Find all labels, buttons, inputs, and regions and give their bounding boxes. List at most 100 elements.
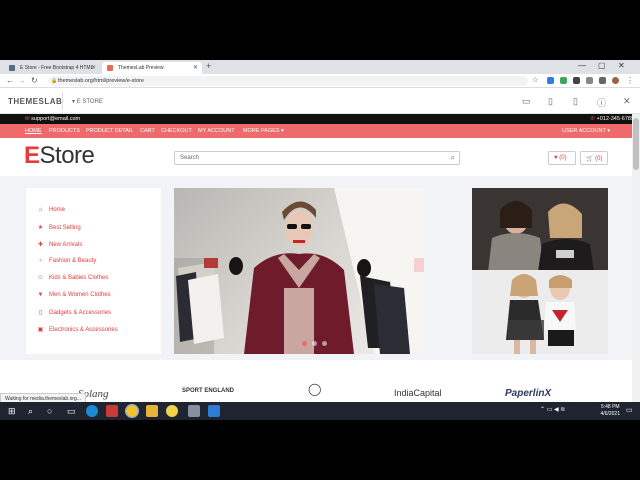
extensions-puzzle-icon[interactable] [599,77,606,84]
slider-dot[interactable] [312,341,317,346]
vscode-icon[interactable] [208,405,220,417]
extension-icon[interactable] [560,77,567,84]
main-navigation: HOME PRODUCTS PRODUCT DETAIL CART CHECKO… [0,124,640,138]
mobile-view-icon[interactable]: ▯ [573,96,578,107]
nav-home[interactable]: HOME [25,128,42,134]
extension-icon[interactable] [586,77,593,84]
windows-start-icon[interactable]: ⊞ [8,406,16,417]
category-label: Best Selling [49,225,81,231]
brand-logo-circle[interactable]: ◯ [308,382,321,396]
windows-taskbar: ⊞ ⌕ ○ ▭ ⌃ ▭ ◀ ≋ 5:48 PM 4/6/2021 ▭ [0,402,640,420]
search-icon[interactable]: ⌕ [451,153,455,163]
clock-time: 5:48 PM [600,404,620,410]
tab-close-icon[interactable]: ✕ [91,64,96,71]
app-icon[interactable] [106,405,118,417]
category-item-men-women[interactable]: ▼ Men & Women Clothes [37,292,111,298]
clock[interactable]: 5:48 PM 4/6/2021 [601,404,620,418]
task-view-icon[interactable]: ○ [47,406,52,416]
back-arrow-icon[interactable]: ← [6,76,14,85]
scrollbar-thumb[interactable] [633,118,639,170]
bookmark-star-icon[interactable]: ☆ [532,76,538,84]
nav-products[interactable]: PRODUCTS [49,128,80,134]
themeslab-preview-bar: THEMESLAB ▾ E STORE ▭ ▯ ▯ ⓘ ✕ [0,88,640,114]
nav-more-pages[interactable]: MORE PAGES ▾ [243,128,284,134]
category-item-gadgets[interactable]: ▯ Gadgets & Accessories [37,309,111,316]
app-icon[interactable] [188,405,200,417]
search-icon[interactable]: ⌕ [28,406,33,417]
home-icon: ⌂ [38,207,43,213]
minimize-button[interactable]: — [578,61,586,70]
window-close-button[interactable]: ✕ [618,61,625,70]
tab-close-icon[interactable]: ✕ [193,64,198,71]
task-view-icon[interactable]: ▭ [67,406,76,417]
search-input[interactable]: Search ⌕ [174,151,460,165]
category-item-kids-babies[interactable]: ☺ Kids & Babies Clothes [37,275,108,281]
tablet-view-icon[interactable]: ▯ [548,96,553,107]
url-field[interactable]: 🔒 themeslab.org/html/preview/e-store [48,76,528,86]
nav-product-detail[interactable]: PRODUCT DETAIL [86,128,133,134]
hero-slider-image[interactable] [174,188,424,354]
category-label: New Arrivals [49,242,83,248]
category-item-fashion-beauty[interactable]: ♀ Fashion & Beauty [37,258,96,264]
close-preview-button[interactable]: ✕ [623,96,631,107]
promo-image-fashion-women[interactable] [472,188,608,272]
product-selector[interactable]: ▾ E STORE [72,98,103,105]
favicon [107,65,113,71]
profile-avatar[interactable] [612,77,619,84]
category-item-electronics[interactable]: ▣ Electronics & Accessories [37,326,118,333]
category-label: Gadgets & Accessories [49,310,112,316]
edge-icon[interactable] [86,405,98,417]
extension-icon[interactable] [573,77,580,84]
microchip-icon: ▣ [37,327,44,333]
category-item-new-arrivals[interactable]: ✚ New Arrivals [37,241,82,248]
support-phone[interactable]: ✆ +012-345-6789 [590,116,634,122]
app-icon[interactable] [166,405,178,417]
tab-label: E Store - Free Bootstrap 4 HTML [20,65,94,71]
notification-icon[interactable]: ▭ [626,406,633,414]
chrome-icon[interactable] [125,404,139,418]
brand-logo-indiacapital[interactable]: IndiaCapital [394,388,442,398]
favicon [9,65,15,71]
browser-tab-estore[interactable]: E Store - Free Bootstrap 4 HTML ✕ [4,62,100,74]
page-scrollbar[interactable] [632,114,640,420]
info-icon[interactable]: ⓘ [597,96,606,109]
url-text: themeslab.org/html/preview/e-store [58,78,144,84]
cart-button[interactable]: 🛒 (0) [580,151,608,165]
desktop-view-icon[interactable]: ▭ [522,96,531,107]
tab-label: ThemesLab Preview [118,65,164,71]
nav-checkout[interactable]: CHECKOUT [161,128,192,134]
wishlist-button[interactable]: ♥ (0) [548,151,576,165]
brand-logo-paperlinx[interactable]: PaperlinX [505,388,551,399]
maximize-button[interactable]: ▢ [598,61,606,70]
shopping-woman-illustration [174,188,424,354]
nav-my-account[interactable]: MY ACCOUNT [198,128,235,134]
user-account-menu[interactable]: USER ACCOUNT ▾ [562,128,610,134]
nav-cart[interactable]: CART [140,128,155,134]
themeslab-logo[interactable]: THEMESLAB [8,97,62,106]
site-top-strip: ✉ support@email.com ✆ +012-345-6789 [0,114,640,124]
system-tray-icon[interactable]: ⌃ ▭ ◀ ≋ [540,406,565,413]
clock-date: 4/6/2021 [600,411,620,417]
address-bar-row: ← → ↻ 🔒 themeslab.org/html/preview/e-sto… [0,74,640,88]
forward-arrow-icon[interactable]: → [18,76,26,85]
extension-icon[interactable] [547,77,554,84]
estore-logo[interactable]: EStore [24,142,95,170]
file-explorer-icon[interactable] [146,405,158,417]
browser-menu-icon[interactable]: ⋮ [626,76,634,85]
category-label: Kids & Babies Clothes [49,275,109,281]
mobile-icon: ▯ [38,310,43,316]
support-email[interactable]: ✉ support@email.com [25,116,80,122]
reload-icon[interactable]: ↻ [31,76,38,85]
star-icon: ★ [37,225,44,231]
kids-fashion-illustration [472,270,608,354]
category-sidebar: ⌂ Home ★ Best Selling ✚ New Arrivals ♀ Fashi… [26,188,161,354]
new-tab-button[interactable]: + [206,61,211,71]
category-item-home[interactable]: ⌂ Home [37,207,65,213]
brand-logo-sport-england[interactable]: SPORT ENGLAND [182,388,242,394]
slider-dot[interactable] [322,341,327,346]
category-item-best-selling[interactable]: ★ Best Selling [37,224,81,231]
slider-dot[interactable] [302,341,307,346]
screen: E Store - Free Bootstrap 4 HTML ✕ Themes… [0,60,640,420]
browser-tab-preview[interactable]: ThemesLab Preview ✕ [102,62,202,74]
promo-image-kids[interactable] [472,270,608,354]
